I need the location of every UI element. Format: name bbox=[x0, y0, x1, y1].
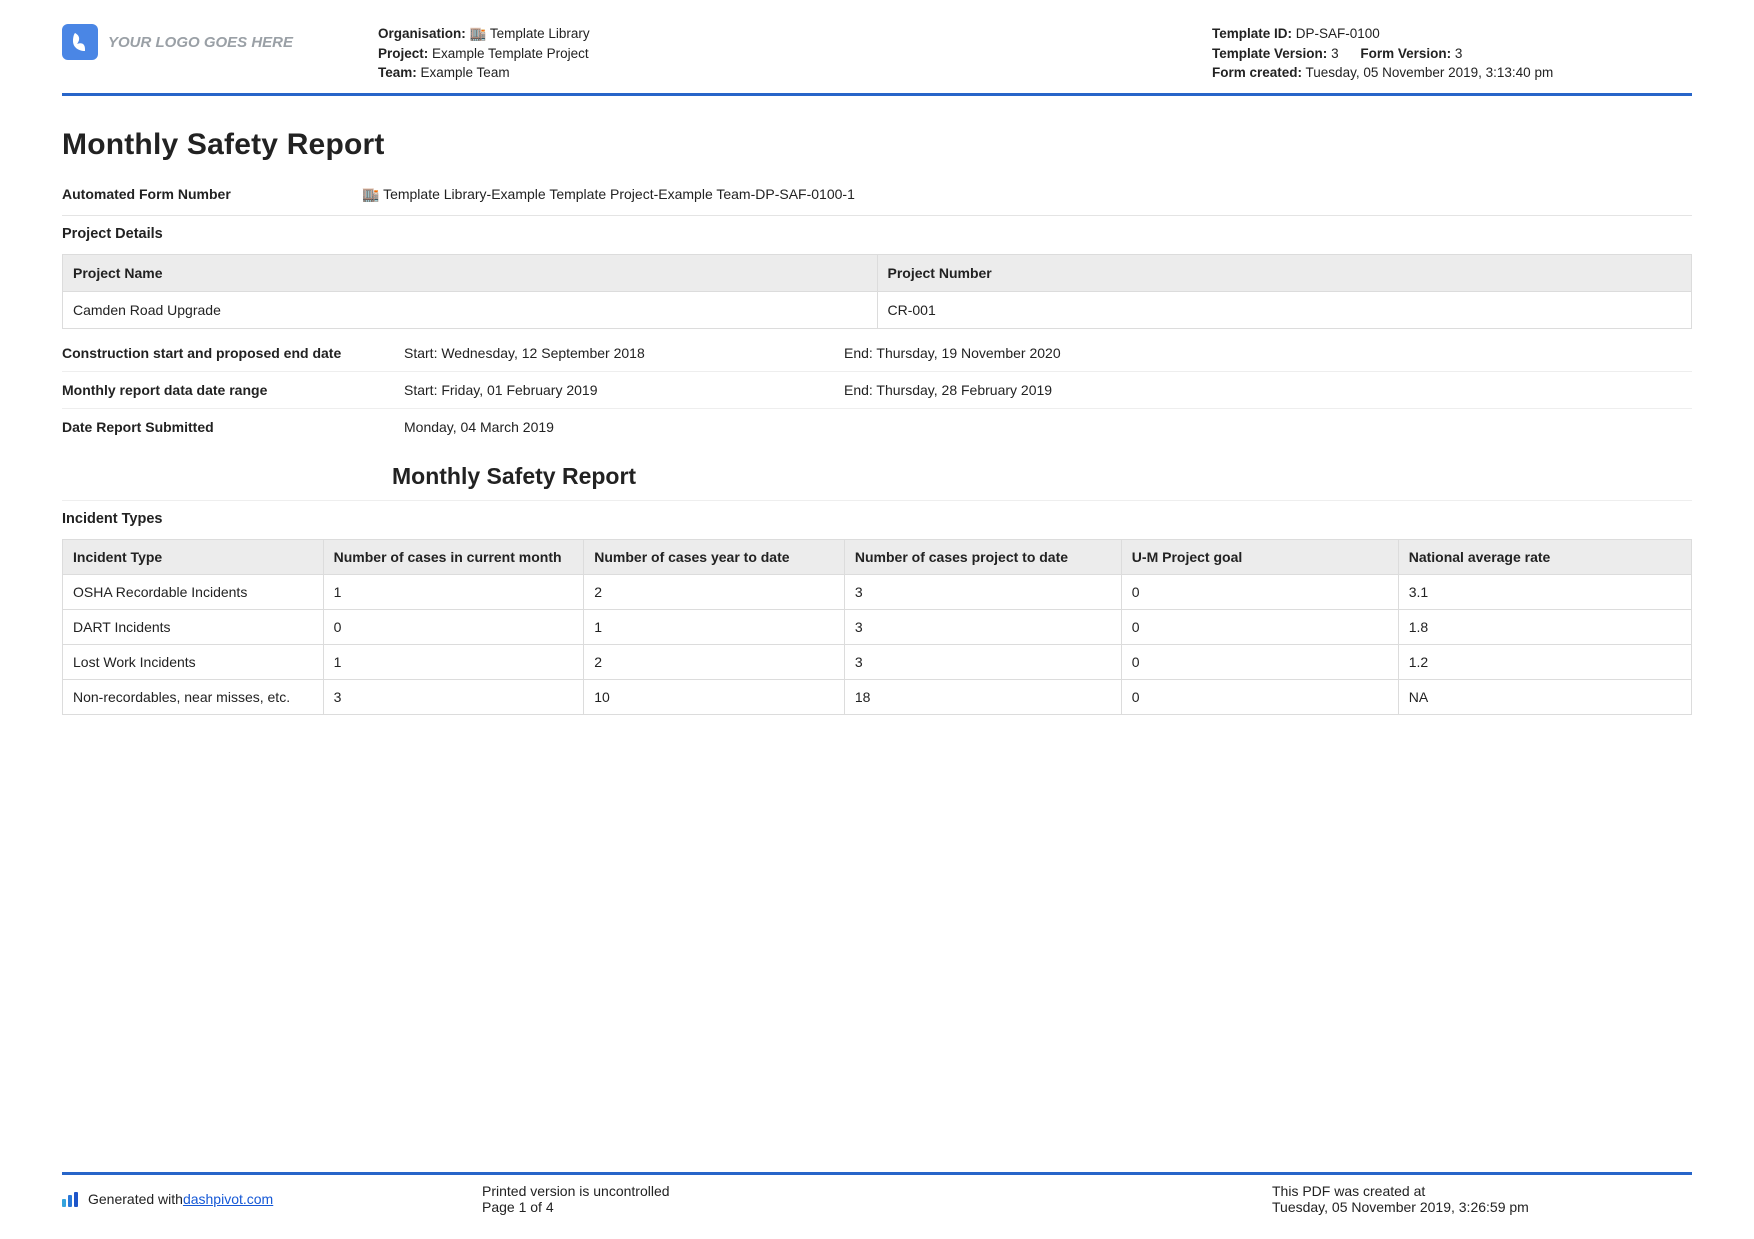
col-cases-ytd: Number of cases year to date bbox=[584, 539, 845, 574]
cell: 1 bbox=[584, 609, 845, 644]
cell: NA bbox=[1398, 679, 1691, 714]
table-row: Non-recordables, near misses, etc. 3 10 … bbox=[63, 679, 1692, 714]
footer-created-label: This PDF was created at bbox=[1272, 1183, 1692, 1199]
automated-form-number-value: 🏬 Template Library-Example Template Proj… bbox=[362, 186, 1692, 203]
table-row: DART Incidents 0 1 3 0 1.8 bbox=[63, 609, 1692, 644]
cell: 3 bbox=[323, 679, 584, 714]
section-subtitle: Monthly Safety Report bbox=[392, 463, 1692, 490]
logo-placeholder-text: YOUR LOGO GOES HERE bbox=[108, 34, 293, 51]
report-range-start-value: Start: Friday, 01 February 2019 bbox=[404, 382, 844, 398]
report-range-end-value: End: Thursday, 28 February 2019 bbox=[844, 382, 1692, 398]
footer-generated: Generated with dashpivot.com bbox=[62, 1183, 482, 1215]
footer-page-line: Page 1 of 4 bbox=[482, 1199, 1272, 1215]
cell: 3 bbox=[844, 609, 1121, 644]
cell: 3 bbox=[844, 644, 1121, 679]
cell: 1 bbox=[323, 574, 584, 609]
page-title: Monthly Safety Report bbox=[62, 128, 1692, 162]
project-name-header: Project Name bbox=[63, 254, 878, 291]
footer-generated-prefix: Generated with bbox=[88, 1191, 183, 1207]
cell: 0 bbox=[1121, 609, 1398, 644]
project-number-value: CR-001 bbox=[877, 291, 1692, 328]
document-page: YOUR LOGO GOES HERE Organisation: 🏬 Temp… bbox=[0, 0, 1754, 1239]
table-header-row: Project Name Project Number bbox=[63, 254, 1692, 291]
template-id-label: Template ID: bbox=[1212, 26, 1292, 41]
project-label: Project: bbox=[378, 46, 428, 61]
header-meta-left: Organisation: 🏬 Template Library Project… bbox=[362, 24, 1212, 83]
cell: 0 bbox=[1121, 679, 1398, 714]
incident-types-title: Incident Types bbox=[62, 501, 1692, 535]
col-cases-ptd: Number of cases project to date bbox=[844, 539, 1121, 574]
cell: 1 bbox=[323, 644, 584, 679]
cell: OSHA Recordable Incidents bbox=[63, 574, 324, 609]
logo-block: YOUR LOGO GOES HERE bbox=[62, 24, 362, 60]
construction-dates-row: Construction start and proposed end date… bbox=[62, 335, 1692, 371]
cell: 2 bbox=[584, 574, 845, 609]
template-id-value: DP-SAF-0100 bbox=[1296, 26, 1380, 41]
cell: 1.2 bbox=[1398, 644, 1691, 679]
bars-icon bbox=[62, 1192, 80, 1207]
report-range-label: Monthly report data date range bbox=[62, 382, 404, 398]
cell: 0 bbox=[1121, 644, 1398, 679]
col-cases-month: Number of cases in current month bbox=[323, 539, 584, 574]
table-row: Lost Work Incidents 1 2 3 0 1.2 bbox=[63, 644, 1692, 679]
report-range-row: Monthly report data date range Start: Fr… bbox=[62, 371, 1692, 408]
project-number-header: Project Number bbox=[877, 254, 1692, 291]
construction-end-value: End: Thursday, 19 November 2020 bbox=[844, 345, 1692, 361]
construction-dates-label: Construction start and proposed end date bbox=[62, 345, 404, 361]
footer-created-value: Tuesday, 05 November 2019, 3:26:59 pm bbox=[1272, 1199, 1692, 1215]
project-details-title: Project Details bbox=[62, 215, 1692, 250]
cell: 3.1 bbox=[1398, 574, 1691, 609]
construction-start-value: Start: Wednesday, 12 September 2018 bbox=[404, 345, 844, 361]
header-meta-right: Template ID: DP-SAF-0100 Template Versio… bbox=[1212, 24, 1692, 83]
cell: 10 bbox=[584, 679, 845, 714]
team-label: Team: bbox=[378, 65, 417, 80]
template-version-label: Template Version: bbox=[1212, 46, 1327, 61]
table-row: Camden Road Upgrade CR-001 bbox=[63, 291, 1692, 328]
automated-form-number-label: Automated Form Number bbox=[62, 186, 362, 203]
template-version-value: 3 bbox=[1331, 46, 1339, 61]
date-submitted-row: Date Report Submitted Monday, 04 March 2… bbox=[62, 408, 1692, 445]
form-created-value: Tuesday, 05 November 2019, 3:13:40 pm bbox=[1306, 65, 1554, 80]
form-created-label: Form created: bbox=[1212, 65, 1302, 80]
letterhead: YOUR LOGO GOES HERE Organisation: 🏬 Temp… bbox=[62, 24, 1692, 96]
cell: 1.8 bbox=[1398, 609, 1691, 644]
col-national-avg: National average rate bbox=[1398, 539, 1691, 574]
footer-printed-line: Printed version is uncontrolled bbox=[482, 1183, 1272, 1199]
cell: 3 bbox=[844, 574, 1121, 609]
cell: Non-recordables, near misses, etc. bbox=[63, 679, 324, 714]
form-version-value: 3 bbox=[1455, 46, 1463, 61]
cell: 0 bbox=[323, 609, 584, 644]
incident-types-table: Incident Type Number of cases in current… bbox=[62, 539, 1692, 715]
date-submitted-label: Date Report Submitted bbox=[62, 419, 404, 435]
cell: 2 bbox=[584, 644, 845, 679]
form-version-label: Form Version: bbox=[1360, 46, 1451, 61]
col-incident-type: Incident Type bbox=[63, 539, 324, 574]
cell: 18 bbox=[844, 679, 1121, 714]
col-project-goal: U-M Project goal bbox=[1121, 539, 1398, 574]
footer-middle: Printed version is uncontrolled Page 1 o… bbox=[482, 1183, 1272, 1215]
table-row: OSHA Recordable Incidents 1 2 3 0 3.1 bbox=[63, 574, 1692, 609]
page-footer: Generated with dashpivot.com Printed ver… bbox=[62, 1172, 1692, 1215]
table-header-row: Incident Type Number of cases in current… bbox=[63, 539, 1692, 574]
organisation-value: 🏬 Template Library bbox=[470, 26, 590, 41]
date-submitted-value: Monday, 04 March 2019 bbox=[404, 419, 1692, 435]
cell: 0 bbox=[1121, 574, 1398, 609]
project-value: Example Template Project bbox=[432, 46, 589, 61]
cell: DART Incidents bbox=[63, 609, 324, 644]
footer-right: This PDF was created at Tuesday, 05 Nove… bbox=[1272, 1183, 1692, 1215]
team-value: Example Team bbox=[421, 65, 510, 80]
project-name-value: Camden Road Upgrade bbox=[63, 291, 878, 328]
organisation-label: Organisation: bbox=[378, 26, 466, 41]
cell: Lost Work Incidents bbox=[63, 644, 324, 679]
automated-form-number-row: Automated Form Number 🏬 Template Library… bbox=[62, 180, 1692, 209]
logo-icon bbox=[62, 24, 98, 60]
project-details-table: Project Name Project Number Camden Road … bbox=[62, 254, 1692, 329]
footer-generated-link[interactable]: dashpivot.com bbox=[183, 1191, 273, 1207]
